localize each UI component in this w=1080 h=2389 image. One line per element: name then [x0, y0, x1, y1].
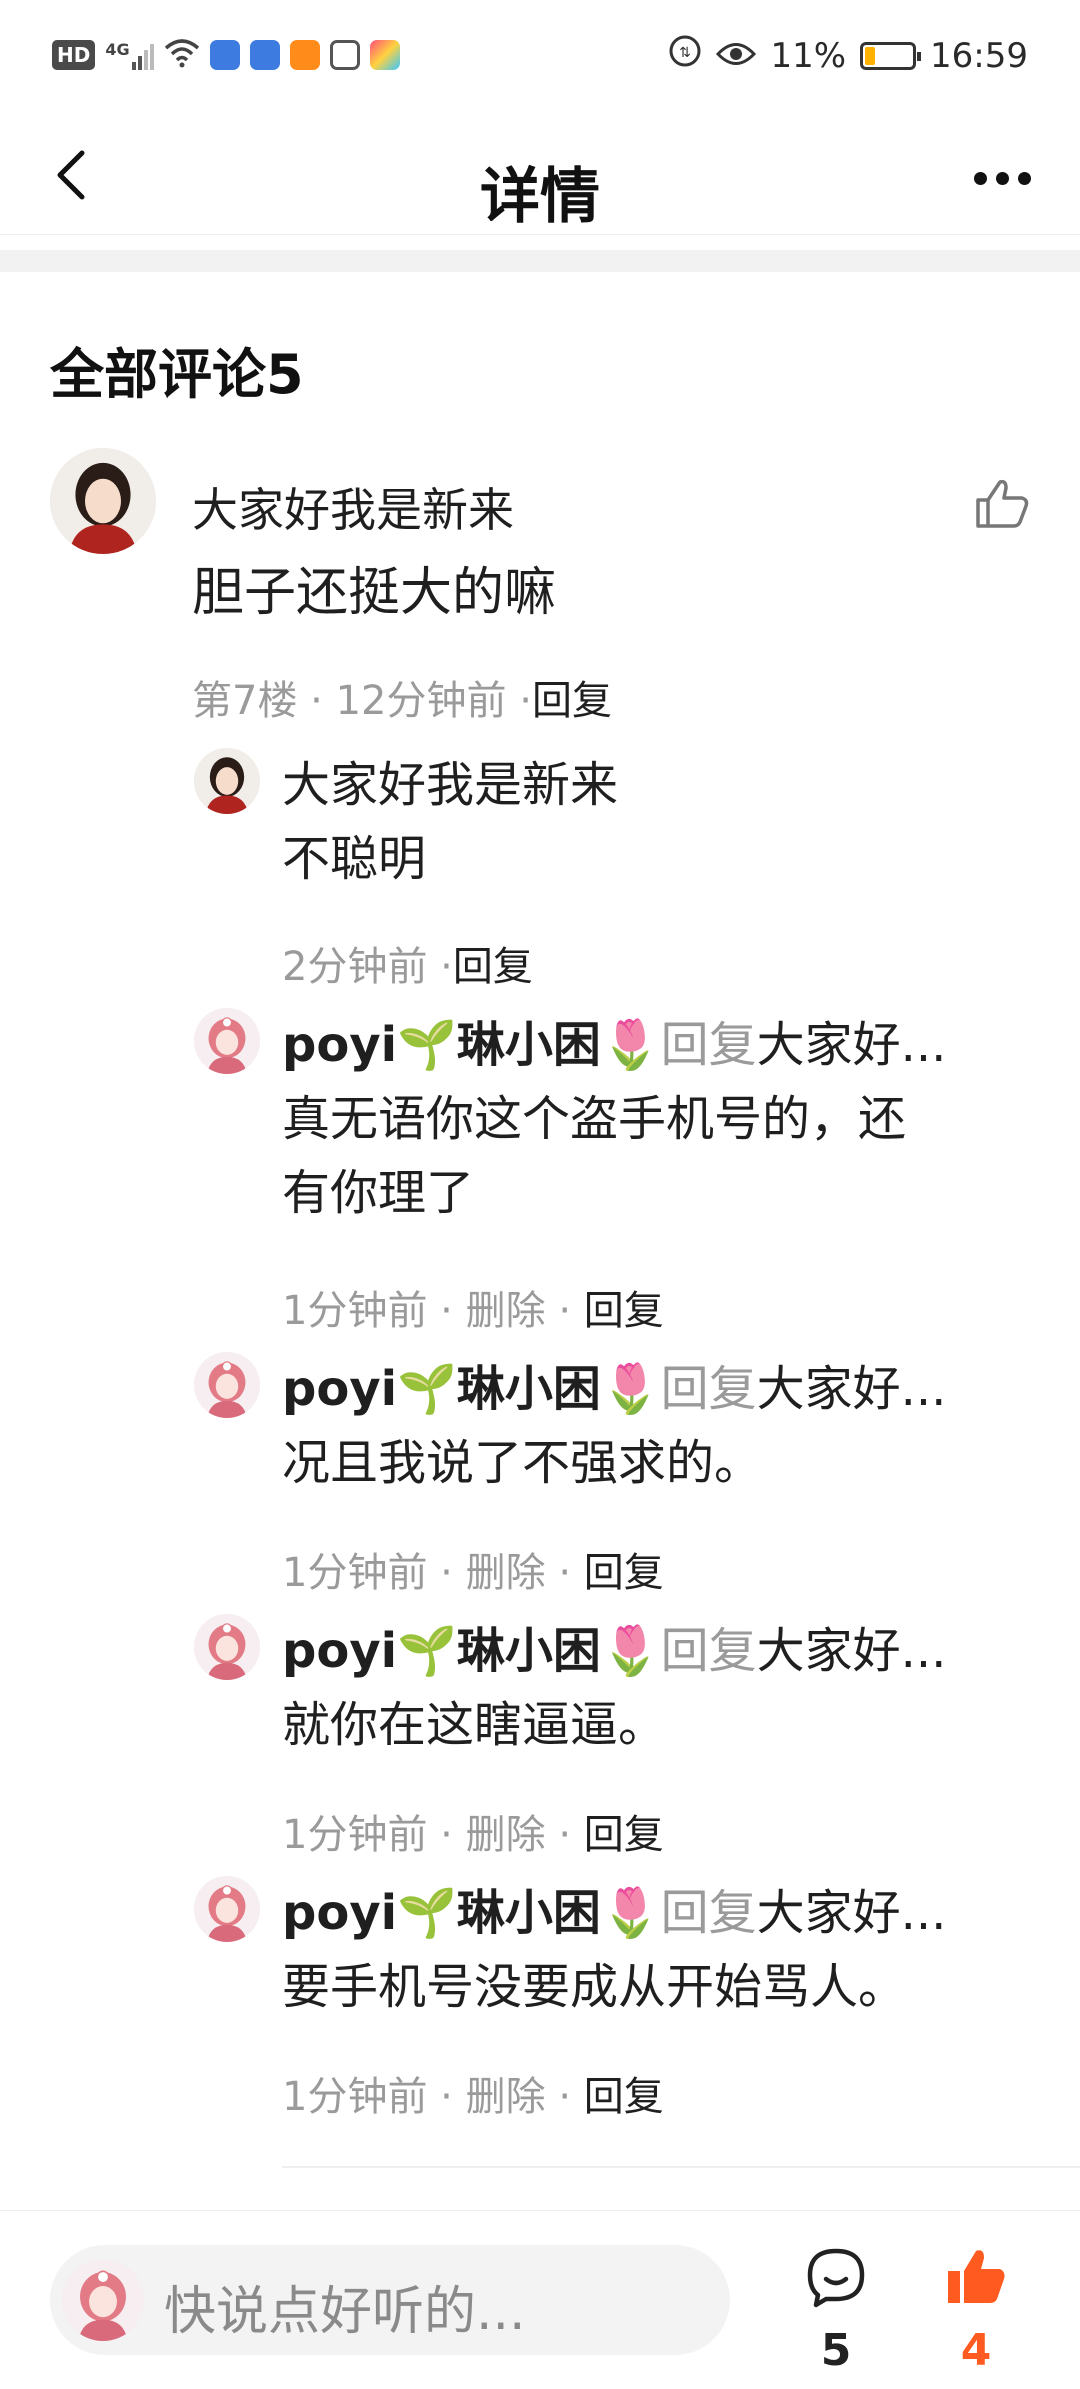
reply-to-label: 回复	[660, 1361, 757, 1417]
reply-text: 就你在这瞎逼逼。	[282, 1697, 667, 1753]
reply-link[interactable]: 回复	[584, 2074, 664, 2120]
reply-text: 不聪明	[282, 831, 427, 887]
video-app-icon	[289, 40, 320, 70]
reply-target-name[interactable]: 大家好...	[757, 1361, 947, 1417]
avatar[interactable]	[194, 1352, 260, 1418]
reply-text: 况且我说了不强求的。	[282, 1435, 763, 1491]
reply-time: 1分钟前	[282, 2074, 428, 2120]
wifi-icon	[164, 38, 200, 72]
like-count: 4	[960, 2325, 992, 2376]
status-left-icons: HD 4G	[52, 38, 400, 72]
avatar[interactable]	[50, 448, 156, 554]
svg-text:⇅: ⇅	[680, 45, 692, 61]
hand-app-icon	[329, 40, 360, 70]
avatar[interactable]	[194, 1876, 260, 1942]
bottom-action-bar: 快说点好听的... 5 4	[0, 2210, 1080, 2389]
avatar	[62, 2259, 144, 2341]
comment-count: 5	[820, 2325, 852, 2376]
reply-link[interactable]: 回复	[532, 678, 612, 724]
reply-meta: 1分钟前 · 删除 · 回复	[282, 1288, 664, 1334]
comment-meta: 第7楼 · 12分钟前 ·回复	[192, 678, 612, 724]
comment-text: 胆子还挺大的嘛	[192, 563, 557, 623]
colorful-app-icon	[369, 40, 400, 70]
reply-author-name[interactable]: 大家好我是新来	[282, 748, 1022, 822]
reply-author-name[interactable]: poyi🌱琳小困🌷	[282, 1885, 661, 1941]
app-notification-icon	[249, 40, 280, 70]
delete-link[interactable]: 删除	[466, 1550, 546, 1596]
status-bar: HD 4G ⇅ 11% 16:59	[0, 0, 1080, 118]
comment-time: 12分钟前	[335, 678, 507, 724]
reply-link[interactable]: 回复	[453, 944, 533, 990]
reply-link[interactable]: 回复	[584, 1550, 664, 1596]
page-title: 详情	[480, 162, 600, 232]
reply-text: 有你理了	[282, 1165, 475, 1221]
reply-item: poyi🌱琳小困🌷回复大家好... 要手机号没要成从开始骂人。	[282, 1876, 1022, 2024]
comment-bubble-icon	[807, 2248, 865, 2308]
comment-author-name[interactable]: 大家好我是新来	[192, 474, 514, 540]
reply-item: 大家好我是新来 不聪明	[282, 748, 1022, 896]
reply-link[interactable]: 回复	[584, 1288, 664, 1334]
reply-time: 1分钟前	[282, 1812, 428, 1858]
section-separator	[0, 250, 1080, 272]
reply-text: 要手机号没要成从开始骂人。	[282, 1959, 907, 2015]
reply-to-label: 回复	[660, 1885, 757, 1941]
reply-to-label: 回复	[660, 1623, 757, 1679]
data-saver-icon: ⇅	[668, 34, 702, 77]
comments-section-title: 全部评论5	[50, 343, 304, 406]
reply-author-name[interactable]: poyi🌱琳小困🌷	[282, 1361, 661, 1417]
reply-meta: 1分钟前 · 删除 · 回复	[282, 1550, 664, 1596]
avatar[interactable]	[194, 748, 260, 814]
floor-number: 第7楼	[192, 678, 298, 724]
reply-time: 1分钟前	[282, 1550, 428, 1596]
avatar[interactable]	[194, 1614, 260, 1680]
hd-icon: HD	[52, 40, 96, 70]
reply-time: 2分钟前	[282, 944, 428, 990]
reply-time: 1分钟前	[282, 1288, 428, 1334]
reply-meta: 1分钟前 · 删除 · 回复	[282, 2074, 664, 2120]
comment-input-placeholder: 快说点好听的...	[164, 2282, 526, 2342]
reply-meta: 1分钟前 · 删除 · 回复	[282, 1812, 664, 1858]
comment-button[interactable]: 5	[790, 2245, 882, 2376]
delete-link[interactable]: 删除	[466, 1812, 546, 1858]
avatar[interactable]	[194, 1008, 260, 1074]
reply-target-name[interactable]: 大家好...	[757, 1623, 947, 1679]
reply-target-name[interactable]: 大家好...	[757, 1017, 947, 1073]
reply-target-name[interactable]: 大家好...	[757, 1885, 947, 1941]
reply-meta: 2分钟前 ·回复	[282, 944, 533, 990]
comment-input[interactable]: 快说点好听的...	[50, 2245, 730, 2355]
reply-item: poyi🌱琳小困🌷回复大家好... 就你在这瞎逼逼。	[282, 1614, 1022, 1762]
reply-author-name[interactable]: poyi🌱琳小困🌷	[282, 1623, 661, 1679]
like-button[interactable]	[974, 478, 1030, 530]
reply-item: poyi🌱琳小困🌷回复大家好... 况且我说了不强求的。	[282, 1352, 1022, 1500]
app-notification-icon	[209, 40, 240, 70]
battery-icon	[860, 41, 922, 70]
status-right: ⇅ 11% 16:59	[668, 34, 1028, 77]
clock: 16:59	[930, 35, 1028, 76]
eye-comfort-icon	[716, 36, 757, 76]
reply-to-label: 回复	[660, 1017, 757, 1073]
reply-text: 真无语你这个盗手机号的，还	[282, 1091, 907, 1147]
thumb-up-filled-icon	[948, 2250, 1005, 2303]
more-dots-icon	[973, 171, 1031, 185]
delete-link[interactable]: 删除	[466, 2074, 546, 2120]
top-nav-bar: 详情	[0, 118, 1080, 235]
reply-author-name[interactable]: poyi🌱琳小困🌷	[282, 1017, 661, 1073]
reply-link[interactable]: 回复	[584, 1812, 664, 1858]
battery-percent: 11%	[770, 35, 847, 76]
more-options-button[interactable]	[962, 148, 1042, 208]
like-button[interactable]: 4	[930, 2245, 1022, 2376]
thumb-up-outline-icon	[976, 479, 1029, 528]
list-divider	[282, 2166, 1080, 2168]
reply-item: poyi🌱琳小困🌷回复大家好... 真无语你这个盗手机号的，还 有你理了	[282, 1008, 1022, 1230]
cellular-signal-icon: 4G	[105, 40, 154, 70]
delete-link[interactable]: 删除	[466, 1288, 546, 1334]
